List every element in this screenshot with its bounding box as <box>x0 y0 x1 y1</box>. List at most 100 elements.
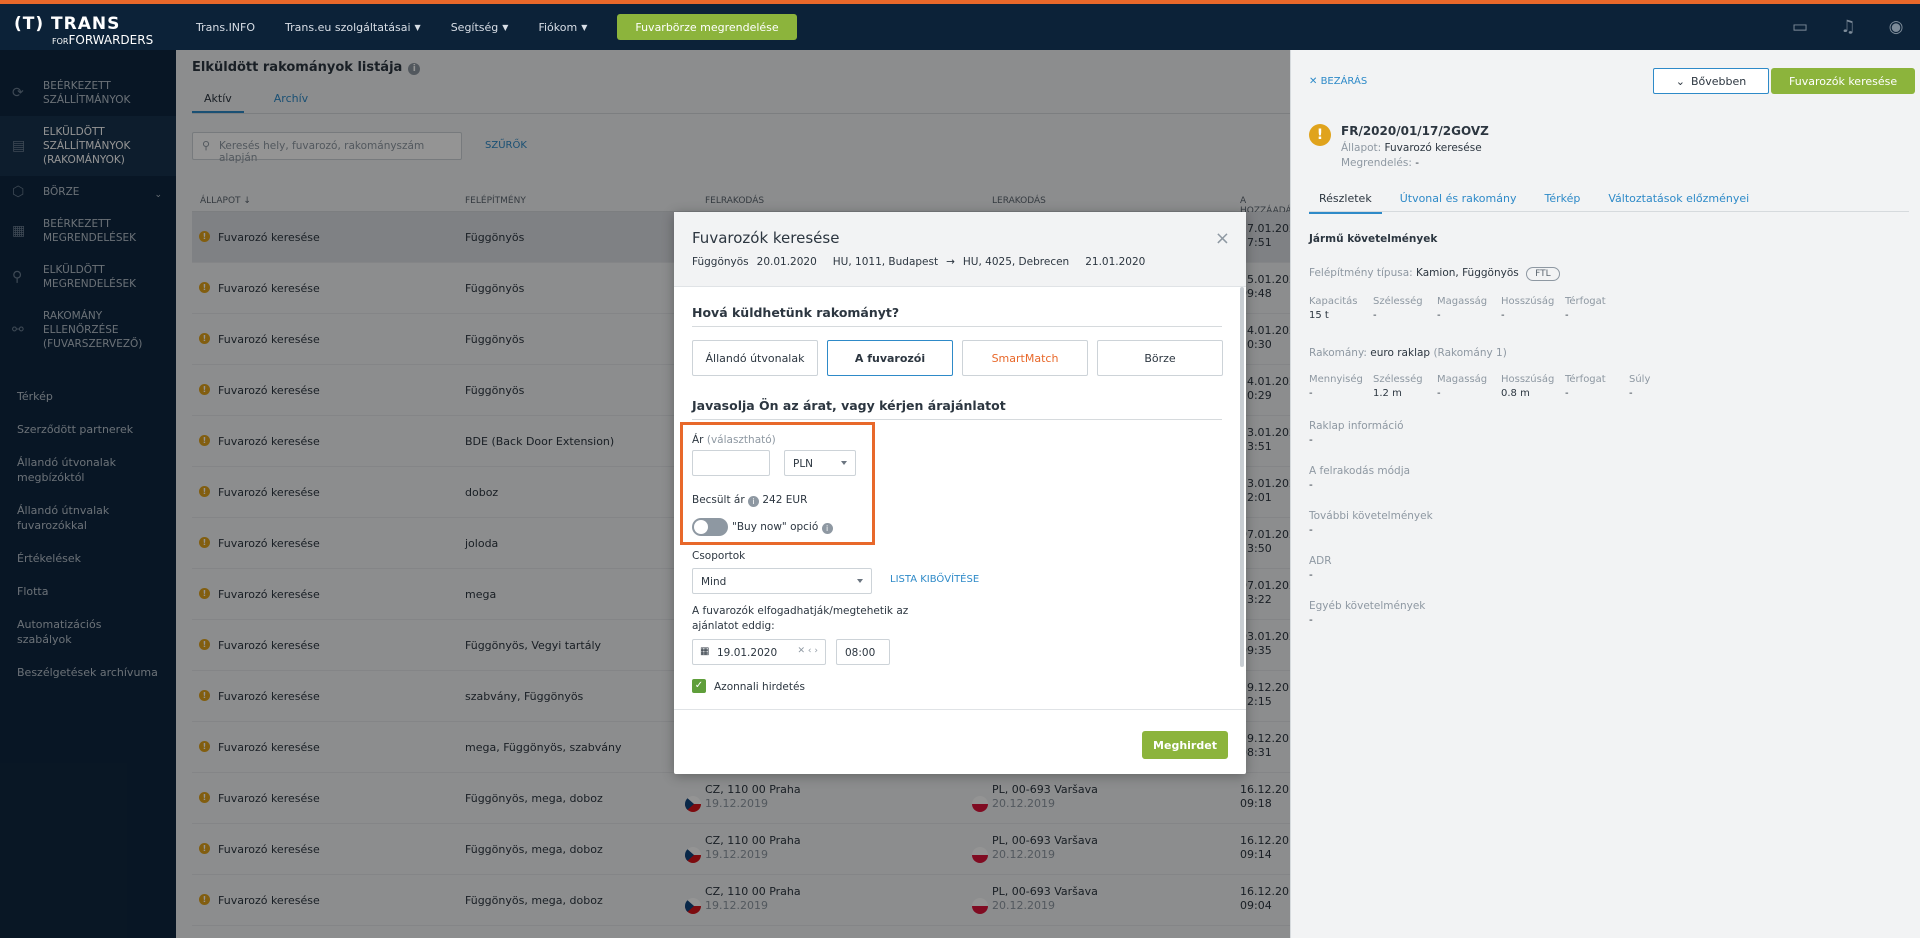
estimated-value: 242 EUR <box>762 494 808 506</box>
currency-select[interactable]: PLN <box>784 450 856 476</box>
tab-map[interactable]: Térkép <box>1534 186 1590 214</box>
section-value: - <box>1309 524 1313 536</box>
option-carriers[interactable]: A fuvarozói <box>827 340 953 376</box>
spec-cell: Magasság - <box>1437 373 1501 401</box>
spec-cell: Térfogat - <box>1565 295 1629 323</box>
cargo-line: Rakomány: euro raklap (Rakomány 1) <box>1309 347 1909 359</box>
spec-value: - <box>1437 310 1441 321</box>
info-icon[interactable]: i <box>748 496 760 507</box>
route-date-to: 21.01.2020 <box>1085 256 1146 268</box>
clear-and-step-icons[interactable]: ✕ ‹ › <box>798 646 818 656</box>
nav-trans-info[interactable]: Trans.INFO <box>196 21 255 34</box>
top-icons: ▭ ♫ ◉ <box>1776 4 1920 50</box>
detail-panel: ✕ BEZÁRÁS ⌄ Bővebben Fuvarozók keresése !… <box>1290 50 1920 938</box>
close-icon[interactable]: × <box>1215 228 1230 249</box>
section-key: Egyéb követelmények <box>1309 600 1426 612</box>
logo-line1: (T) TRANS <box>14 14 121 34</box>
close-panel-button[interactable]: ✕ BEZÁRÁS <box>1309 76 1367 87</box>
deadline-date-input[interactable]: ▦ 19.01.2020 ✕ ‹ › <box>692 639 826 665</box>
spec-key: Szélesség <box>1373 374 1423 385</box>
section-key: A felrakodás módja <box>1309 465 1411 477</box>
immediate-checkbox[interactable]: ✓ <box>692 679 706 693</box>
main-nav: Trans.INFO Trans.eu szolgáltatásai ▼ Segí… <box>196 4 797 50</box>
chat-icon[interactable]: ▭ <box>1776 17 1824 37</box>
modal-title: Fuvarozók keresése <box>692 229 840 247</box>
spec-value: - <box>1309 388 1313 399</box>
info-icon[interactable]: i <box>821 523 833 534</box>
cargo-extra: (Rakomány 1) <box>1433 347 1507 359</box>
modal-scrollbar[interactable] <box>1240 287 1244 667</box>
immediate-label: Azonnali hirdetés <box>714 681 805 693</box>
spec-key: Térfogat <box>1565 374 1606 385</box>
close-icon: ✕ <box>1309 76 1321 87</box>
shipment-id: FR/2020/01/17/2GOVZ <box>1341 124 1489 138</box>
cargo-key: Rakomány: <box>1309 347 1367 359</box>
bell-icon[interactable]: ♫ <box>1824 17 1872 37</box>
send-options: Állandó útvonalak A fuvarozói SmartMatch… <box>692 340 1223 376</box>
spec-key: Súly <box>1629 374 1651 385</box>
expand-list-link[interactable]: LISTA KIBŐVÍTÉSE <box>890 574 979 585</box>
warning-icon: ! <box>1309 124 1331 146</box>
spec-value: - <box>1437 388 1441 399</box>
deadline-time-input[interactable]: 08:00 <box>836 639 890 665</box>
nav-account-label: Fiókom <box>538 20 578 34</box>
modal-footer-divider <box>674 709 1246 710</box>
vehicle-grid: Kapacitás 15 t Szélesség - Magasság - Hosszúsá… <box>1309 295 1909 323</box>
modal-route-summary: Függönyös 20.01.2020 HU, 1011, Budapest … <box>692 256 1145 268</box>
publish-button[interactable]: Meghirdet <box>1142 731 1228 759</box>
buy-now-toggle[interactable] <box>692 518 728 536</box>
tab-details[interactable]: Részletek <box>1309 186 1382 214</box>
order-freight-exchange-button[interactable]: Fuvarbörze megrendelése <box>617 14 797 40</box>
price-input[interactable] <box>692 450 770 476</box>
spec-key: Hosszúság <box>1501 296 1555 307</box>
spec-value: 15 t <box>1309 310 1329 321</box>
chevron-down-icon: ▼ <box>414 22 421 32</box>
section-value: - <box>1309 614 1313 626</box>
option-permanent-routes[interactable]: Állandó útvonalak <box>692 340 818 376</box>
nav-help[interactable]: Segítség ▼ <box>451 21 509 34</box>
trans-for-forwarders-logo[interactable]: (T) TRANS FORFORWARDERS <box>0 4 176 50</box>
route-date-from: 20.01.2020 <box>756 256 817 268</box>
order-key: Megrendelés: <box>1341 157 1412 169</box>
groups-select[interactable]: Mind <box>692 568 872 594</box>
divider <box>1309 211 1909 212</box>
more-label: Bővebben <box>1690 74 1747 88</box>
search-carriers-button[interactable]: Fuvarozók keresése <box>1771 68 1916 94</box>
tab-history[interactable]: Változtatások előzményei <box>1598 186 1759 214</box>
spec-key: Térfogat <box>1565 296 1606 307</box>
status-value: Fuvarozó keresése <box>1384 142 1482 154</box>
spec-cell: Kapacitás 15 t <box>1309 295 1373 323</box>
option-exchange[interactable]: Börze <box>1097 340 1223 376</box>
spec-key: Kapacitás <box>1309 296 1358 307</box>
estimated-label: Becsült ár <box>692 494 745 506</box>
arrow-right-icon: → <box>946 256 955 268</box>
spec-value: - <box>1501 310 1505 321</box>
spec-value: - <box>1373 310 1377 321</box>
nav-services[interactable]: Trans.eu szolgáltatásai ▼ <box>285 21 421 34</box>
section-key: Raklap információ <box>1309 420 1404 432</box>
deadline-date-value: 19.01.2020 <box>717 647 778 659</box>
panel-sections: Raklap információ - A felrakodás módja - Tov… <box>1309 419 1909 627</box>
tab-route-cargo[interactable]: Útvonal és rakomány <box>1390 186 1527 214</box>
spec-key: Magasság <box>1437 296 1488 307</box>
option-smartmatch[interactable]: SmartMatch <box>962 340 1088 376</box>
more-button[interactable]: ⌄ Bővebben <box>1653 68 1769 94</box>
spec-cell: Térfogat - <box>1565 373 1629 401</box>
logo-line2-small: FOR <box>52 37 69 46</box>
spec-cell: Magasság - <box>1437 295 1501 323</box>
top-navigation-bar: (T) TRANS FORFORWARDERS Trans.INFO Trans… <box>0 0 1920 50</box>
spec-key: Magasság <box>1437 374 1488 385</box>
cargo-value: euro raklap <box>1370 347 1431 359</box>
detail-section: Egyéb követelmények - <box>1309 599 1909 627</box>
vehicle-requirements-title: Jármű követelmények <box>1309 233 1438 245</box>
nav-help-label: Segítség <box>450 20 499 34</box>
logo-line2: FORFORWARDERS <box>52 33 153 47</box>
price-label: Ár (választható) <box>692 434 776 446</box>
modal-header: Fuvarozók keresése × Függönyös 20.01.202… <box>674 212 1246 287</box>
spec-cell: Hosszúság 0.8 m <box>1501 373 1565 401</box>
status-key: Állapot: <box>1341 142 1382 154</box>
shipment-meta: Állapot: Fuvarozó keresése Megrendelés: … <box>1341 141 1482 171</box>
user-icon[interactable]: ◉ <box>1872 17 1920 37</box>
nav-account[interactable]: Fiókom ▼ <box>538 21 587 34</box>
route-from: HU, 1011, Budapest <box>832 256 939 268</box>
